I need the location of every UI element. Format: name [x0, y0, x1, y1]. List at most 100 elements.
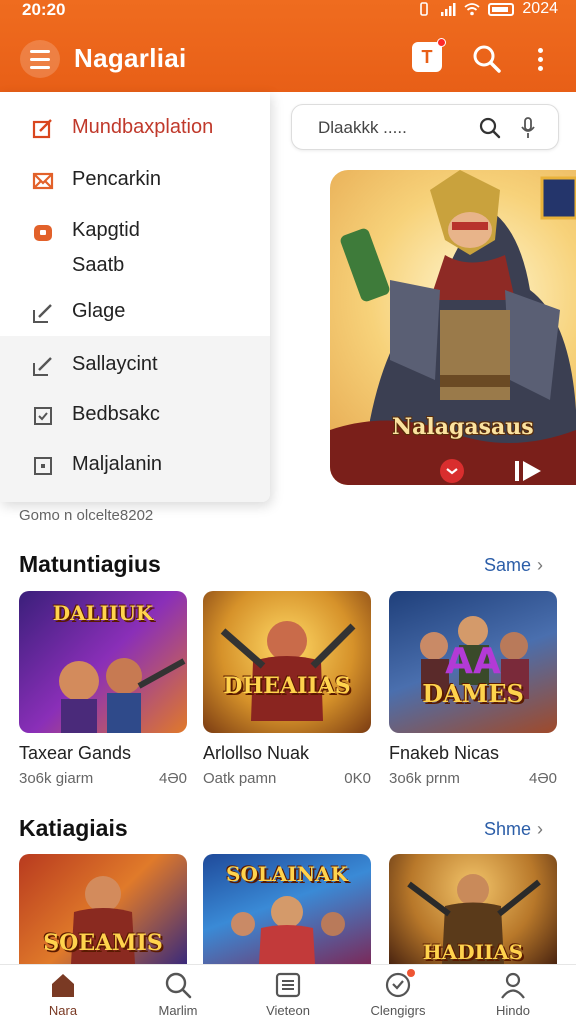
- see-more-link[interactable]: Same ›: [484, 555, 543, 576]
- see-more-label: Same: [484, 555, 532, 575]
- nav-label: Vieteon: [266, 1003, 310, 1018]
- nav-label: Marlim: [158, 1003, 198, 1018]
- nav-favorites[interactable]: Clengigrs: [353, 969, 443, 1018]
- drawer-item-label: Sallaycint: [72, 353, 158, 375]
- game-card[interactable]: SOEAMIS: [19, 854, 187, 964]
- search-placeholder: Dlaakkk .....: [318, 118, 407, 137]
- hamburger-line: [30, 57, 50, 61]
- game-card[interactable]: AA DAMES Fnakeb Nicas 3o6k prnm 4Ə0: [389, 591, 557, 787]
- heart-button[interactable]: [440, 459, 464, 483]
- game-thumbnail: AA DAMES: [389, 591, 557, 733]
- edit-icon: [32, 119, 52, 139]
- home-icon: [52, 974, 74, 997]
- game-card[interactable]: DALIIUK Taxear Gands 3o6k giarm 4Ə0: [19, 591, 187, 787]
- top-bar: 20:20 2024 Nagarliai T: [0, 0, 576, 92]
- game-card[interactable]: SOLAINAK: [203, 854, 371, 964]
- search-icon: [165, 972, 192, 999]
- game-meta: Oatk pamn 0K0: [203, 770, 371, 787]
- game-value: 4Ə0: [529, 770, 557, 787]
- drawer-item-pencarkin[interactable]: Pencarkin: [32, 168, 161, 192]
- drawer-item-text: Kapgtid Saatb: [72, 213, 140, 283]
- nav-label: Clengigrs: [370, 1003, 426, 1018]
- nav-search[interactable]: Marlim: [133, 971, 223, 1018]
- bag-icon: [34, 225, 52, 241]
- checkbox-icon: [34, 407, 52, 425]
- section-title: Matuntiagius: [19, 551, 161, 577]
- game-meta: 3o6k giarm 4Ə0: [19, 770, 187, 787]
- mail-icon: [32, 172, 54, 190]
- drawer-item-label: Mundbaxplation: [72, 116, 214, 138]
- game-thumbnail: SOLAINAK: [203, 854, 371, 964]
- game-artwork: AA: [420, 616, 529, 699]
- nav-label: Hindo: [496, 1003, 530, 1018]
- see-more-link[interactable]: Shme ›: [484, 819, 543, 840]
- nav-label: Nara: [48, 1003, 78, 1018]
- search-icon[interactable]: [478, 116, 502, 140]
- drawer-credit: Gomo n olcelte8202: [19, 507, 154, 524]
- game-thumbnail: DALIIUK: [19, 591, 187, 733]
- app-title: Nagarliai: [74, 43, 187, 73]
- see-more-label: Shme: [484, 819, 532, 839]
- game-logo: DAMES: [422, 679, 524, 708]
- pencil-icon: [33, 357, 52, 376]
- notification-dot: [437, 38, 446, 47]
- section-title: Katiagiais: [19, 815, 128, 841]
- drawer-item-bedbsakc[interactable]: Bedbsakc: [32, 403, 160, 427]
- hamburger-line: [30, 65, 50, 69]
- dot: [537, 47, 543, 53]
- notification-dot: [407, 969, 415, 977]
- game-value: 0K0: [344, 770, 371, 787]
- search-input[interactable]: Dlaakkk .....: [291, 104, 559, 150]
- navigation-drawer: Mundbaxplation Pencarkin Kapgtid Saatb G…: [0, 92, 270, 502]
- drawer-item-glage[interactable]: Glage: [32, 300, 125, 324]
- game-logo: HADIIAS: [422, 940, 524, 964]
- status-bar: 20:20 2024: [0, 0, 576, 22]
- nav-list[interactable]: Vieteon: [243, 971, 333, 1018]
- game-title: Taxear Gands: [19, 743, 132, 763]
- battery-text: 2024: [522, 0, 558, 17]
- pencil-icon: [33, 304, 52, 323]
- game-thumbnail: SOEAMIS: [19, 854, 187, 964]
- game-logo: SOLAINAK: [226, 862, 348, 886]
- nav-profile[interactable]: Hindo: [468, 971, 558, 1018]
- game-meta: 3o6k prnm 4Ə0: [389, 770, 557, 787]
- tv-button[interactable]: T: [412, 38, 446, 72]
- nav-home[interactable]: Nara: [18, 971, 108, 1018]
- game-thumbnail: DHEAIIAS: [203, 591, 371, 733]
- drawer-item-kapgtid[interactable]: Kapgtid Saatb: [32, 219, 140, 283]
- chevron-right-icon: ›: [537, 819, 544, 839]
- game-logo: DHEAIIAS: [223, 673, 351, 699]
- game-card[interactable]: DHEAIIAS Arlollso Nuak Oatk pamn 0K0: [203, 591, 371, 787]
- play-icon[interactable]: [515, 459, 543, 483]
- chevron-right-icon: ›: [537, 555, 544, 575]
- dot: [537, 65, 543, 71]
- profile-icon: [501, 972, 525, 999]
- game-logo: SOEAMIS: [43, 930, 163, 956]
- app-bar: Nagarliai T: [0, 36, 576, 82]
- microphone-icon[interactable]: [518, 116, 538, 140]
- hamburger-icon: [30, 49, 50, 53]
- drawer-item-maljalanin[interactable]: Maljalanin: [32, 453, 162, 477]
- drawer-item-mundbaxplation[interactable]: Mundbaxplation: [32, 116, 213, 140]
- drawer-item-label: Pencarkin: [72, 168, 161, 190]
- featured-banner[interactable]: Nalagasaus: [330, 170, 576, 485]
- game-title: Arlollso Nuak: [203, 743, 310, 763]
- banner-caption: Nalagasaus: [392, 414, 534, 440]
- search-icon[interactable]: [470, 42, 504, 76]
- game-thumbnail: HADIIAS: [389, 854, 557, 964]
- list-icon: [275, 972, 301, 998]
- game-subtitle: Oatk pamn: [203, 770, 277, 787]
- status-icons: 2024: [416, 0, 558, 18]
- game-card[interactable]: HADIIAS: [389, 854, 557, 964]
- tv-icon: T: [421, 46, 433, 67]
- game-artwork: [220, 621, 356, 721]
- more-options-button[interactable]: [530, 44, 550, 74]
- heart-icon: [446, 468, 458, 475]
- game-subtitle: 3o6k prnm: [389, 770, 460, 787]
- drawer-item-sallaycint[interactable]: Sallaycint: [32, 353, 158, 377]
- vibrate-icon: [420, 2, 429, 16]
- signal-icon: [441, 3, 456, 16]
- game-value: 4Ə0: [159, 770, 187, 787]
- drawer-item-label: Maljalanin: [72, 453, 163, 475]
- menu-button[interactable]: [20, 40, 60, 78]
